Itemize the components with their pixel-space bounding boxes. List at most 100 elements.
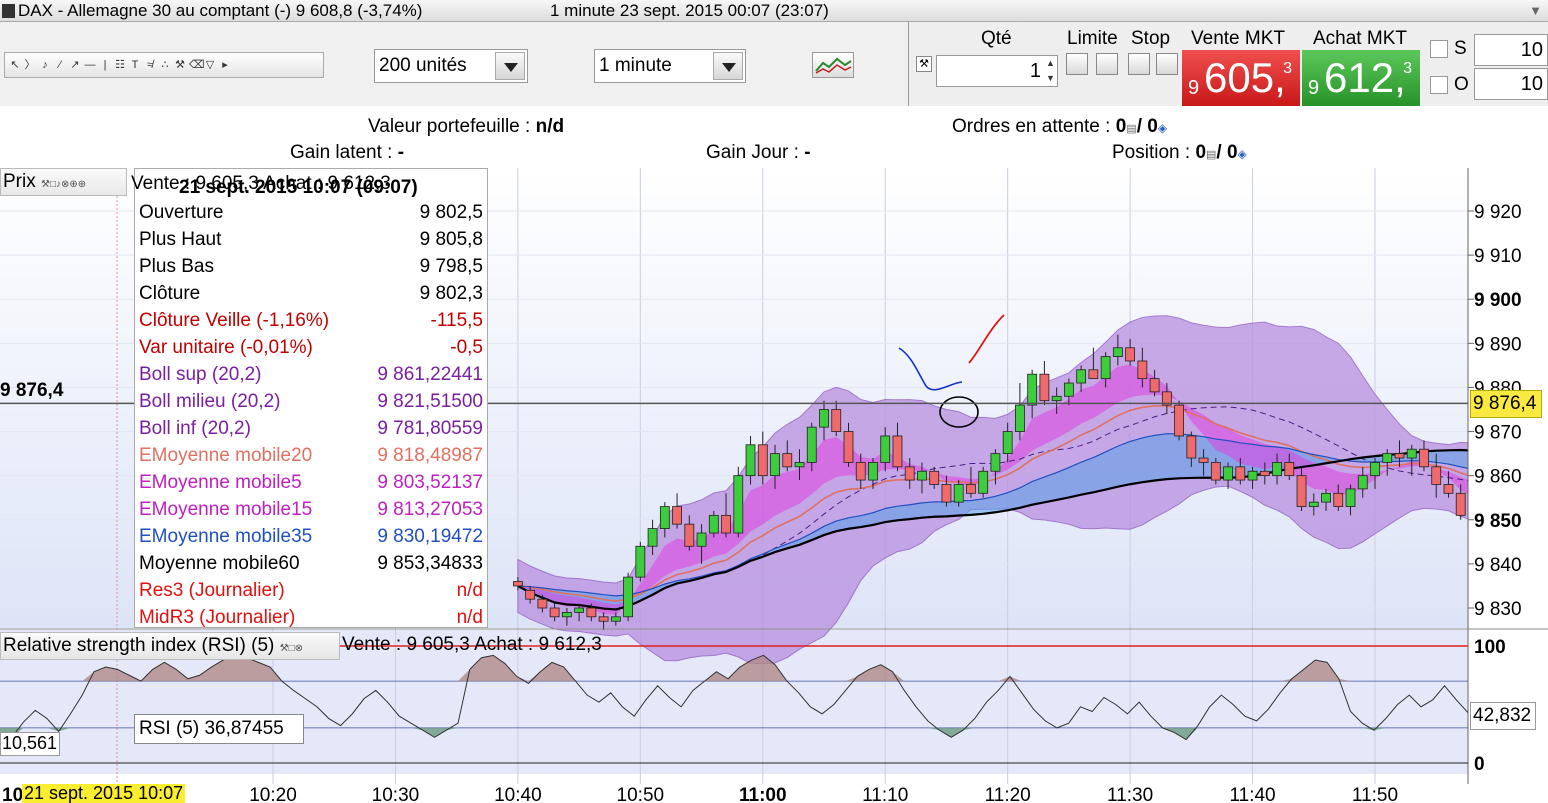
candle-body xyxy=(904,466,915,481)
vertical-line-icon[interactable]: | xyxy=(99,59,111,71)
tooltip-row-key: Clôture Veille (-1,16%) xyxy=(139,310,330,331)
tooltip-row: Boll sup (20,2) 9 861,22441 xyxy=(139,364,483,391)
candle-body xyxy=(1149,378,1160,393)
y-tick-label: 9 840 xyxy=(1474,555,1522,576)
candle-body xyxy=(1112,347,1123,357)
stop-sell-button[interactable] xyxy=(1156,53,1178,75)
candle-body xyxy=(892,435,903,468)
candle-body xyxy=(843,431,854,463)
panel-tool-icons[interactable]: ⚒□♪⊗⊕⊕ xyxy=(41,179,86,190)
candle-body xyxy=(819,409,829,428)
candle-body xyxy=(1027,373,1038,406)
candle-body xyxy=(1174,404,1184,437)
drawing-tools-strip: ↖ 〉 ♪ ∕ ↗ — | ☷ T ≉ ∴ ⚒ ⌫ ▽ ▸ xyxy=(4,52,324,78)
candle-body xyxy=(1431,466,1442,485)
tooltip-row-value: n/d xyxy=(456,607,483,628)
buy-market-button[interactable]: 9 612, 3 xyxy=(1302,50,1420,106)
x-tick-label: 10:30 xyxy=(372,785,420,803)
candle-body xyxy=(574,607,585,613)
panel-tool-icons[interactable]: ⚒□⊗ xyxy=(280,643,303,654)
price-left-label: 9 876,4 xyxy=(0,380,64,401)
candle-body xyxy=(941,484,952,503)
limit-buy-button[interactable] xyxy=(1066,53,1088,75)
chevron-down-icon[interactable] xyxy=(713,52,743,80)
cursor-icon[interactable]: ↖ xyxy=(9,59,21,71)
chevron-down-icon[interactable] xyxy=(495,52,525,80)
stop-label: Stop xyxy=(1131,28,1171,49)
candle xyxy=(635,541,646,582)
y-tick-label: 9 850 xyxy=(1474,511,1522,532)
price-panel-header[interactable]: Prix ⚒□♪⊗⊕⊕ xyxy=(0,168,127,196)
sell-market-button[interactable]: 9 605, 3 xyxy=(1182,50,1300,106)
tooltip-row-key: EMoyenne mobile5 xyxy=(139,472,302,493)
x-tick-label: 10:20 xyxy=(249,785,297,803)
tooltip-row-key: Plus Bas xyxy=(139,256,214,277)
chart-type-button[interactable] xyxy=(812,52,854,78)
candle-body xyxy=(1382,453,1393,463)
trendline-icon[interactable]: ∕ xyxy=(54,59,66,71)
tooltip-row-key: EMoyenne mobile20 xyxy=(139,445,313,466)
limit-sell-button[interactable] xyxy=(1096,53,1118,75)
candle-body xyxy=(1345,488,1356,507)
s-input[interactable]: 10 xyxy=(1474,34,1548,66)
candle-body xyxy=(512,581,523,587)
candle-body xyxy=(635,545,646,578)
fibonacci-icon[interactable]: ≉ xyxy=(144,59,156,71)
candle-body xyxy=(1247,470,1258,481)
candle xyxy=(978,466,989,498)
pending-orders-icon: ▤ xyxy=(1126,123,1137,135)
candle-body xyxy=(684,523,695,547)
candle-body xyxy=(855,462,866,481)
tooltip-row-value: n/d xyxy=(456,580,483,601)
candle-body xyxy=(1296,475,1307,507)
triangle-icon[interactable]: ▽ xyxy=(204,59,216,71)
text-icon[interactable]: T xyxy=(129,59,141,71)
interval-select[interactable]: 1 minute xyxy=(594,49,746,83)
quantity-input[interactable]: 1 xyxy=(936,55,1058,87)
y-tick-label: 9 830 xyxy=(1474,599,1522,620)
stop-buy-button[interactable] xyxy=(1128,53,1150,75)
rsi-tick-label: 100 xyxy=(1474,637,1506,658)
position: Position : 0▤/ 0◈ xyxy=(1112,142,1247,163)
rsi-panel-header[interactable]: Relative strength index (RSI) (5) ⚒□⊗ xyxy=(0,632,340,660)
tooltip-row: Plus Haut 9 805,8 xyxy=(139,229,483,256)
x-tick-label: 11:30 xyxy=(1107,785,1153,803)
tooltip-row: Clôture Veille (-1,16%) -115,5 xyxy=(139,310,483,337)
trash-icon[interactable]: ⌫ xyxy=(189,59,205,71)
tooltip-row-key: Boll inf (20,2) xyxy=(139,418,251,439)
tooltip-row: Moyenne mobile60 9 853,34833 xyxy=(139,553,483,580)
pattern-icon[interactable]: ▸ xyxy=(219,59,231,71)
tooltip-row-value: -115,5 xyxy=(430,310,483,331)
wrench-icon[interactable]: ⚒ xyxy=(916,56,932,72)
portfolio-value: Valeur portefeuille : n/d xyxy=(368,116,565,137)
tools-icon[interactable]: ⚒ xyxy=(174,59,186,71)
ray-icon[interactable]: ↗ xyxy=(69,59,81,71)
candle-body xyxy=(708,514,719,534)
channel-icon[interactable]: ☷ xyxy=(114,59,126,71)
fan-icon[interactable]: ∴ xyxy=(159,59,171,71)
candle-body xyxy=(782,453,793,468)
candle-body xyxy=(1100,356,1111,380)
window-menu-icon[interactable]: ▼ xyxy=(1529,0,1542,22)
candle-body xyxy=(990,453,1001,472)
s-checkbox[interactable] xyxy=(1430,40,1448,58)
x-tick-label: 11:50 xyxy=(1352,785,1398,803)
ruler-icon[interactable]: 〉 xyxy=(24,59,36,71)
candle-body xyxy=(1076,369,1087,384)
o-input[interactable]: 10 xyxy=(1474,68,1548,100)
link-icon[interactable]: ◈ xyxy=(1238,147,1247,161)
horizontal-line-icon[interactable]: — xyxy=(84,59,96,71)
rsi-tick-label: 0 xyxy=(1474,754,1485,775)
alarm-icon[interactable]: ♪ xyxy=(39,59,51,71)
quantity-stepper[interactable]: ▲ ▼ xyxy=(1046,56,1057,86)
x-tick-label: 10:50 xyxy=(617,785,665,803)
y-tick-label: 9 920 xyxy=(1474,202,1522,223)
candle-body xyxy=(647,528,658,547)
units-select[interactable]: 200 unités xyxy=(374,49,528,83)
o-checkbox[interactable] xyxy=(1430,76,1448,94)
link-icon[interactable]: ◈ xyxy=(1158,121,1167,135)
candle-body xyxy=(696,532,707,547)
candle-body xyxy=(1272,462,1282,477)
tooltip-row-value: 9 805,8 xyxy=(419,229,483,250)
tooltip-row-key: EMoyenne mobile15 xyxy=(139,499,313,520)
